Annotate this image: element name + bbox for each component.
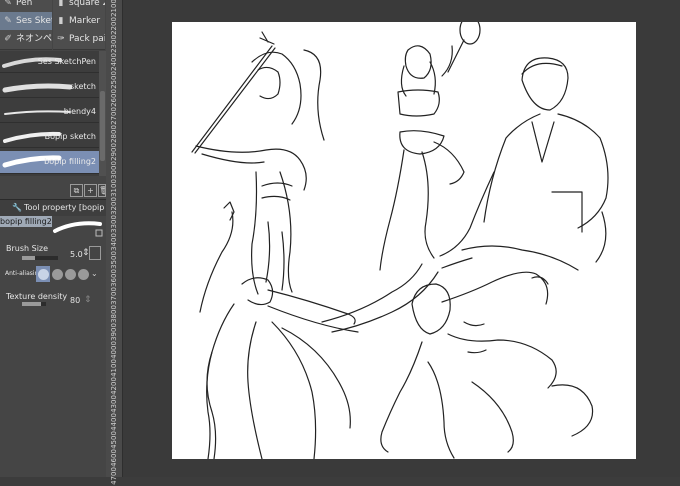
sub-tool-tab-pack-paint[interactable]: ✑Pack paint bbox=[53, 30, 105, 50]
ruler-label: 2300 bbox=[110, 35, 118, 53]
texture-density-label: Texture density bbox=[6, 292, 68, 301]
sub-tool-tab-ses-sketch[interactable]: ✎Ses Sketc bbox=[0, 12, 52, 32]
anti-aliasing-label: Anti-aliasin bbox=[5, 270, 39, 277]
canvas-area[interactable] bbox=[123, 0, 680, 477]
anti-aliasing-option-medium[interactable] bbox=[65, 269, 76, 280]
ruler-label: 4100 bbox=[110, 359, 118, 377]
ruler-label: 2900 bbox=[110, 143, 118, 161]
texture-density-value[interactable]: 80 bbox=[70, 296, 80, 305]
vertical-ruler: 2100 2200 2300 2400 2500 2600 2700 2800 2900 3000… bbox=[106, 0, 123, 485]
marker-icon: ▮ bbox=[58, 16, 64, 26]
brush-size-slider[interactable] bbox=[22, 256, 58, 260]
canvas-paper[interactable] bbox=[172, 22, 636, 459]
brush-list-buttons: ⧉ + 🗑 bbox=[0, 184, 106, 198]
ruler-label: 4600 bbox=[110, 449, 118, 467]
figure-dancer bbox=[199, 201, 439, 459]
pen-icon: ✎ bbox=[4, 16, 12, 26]
ruler-label: 2700 bbox=[110, 107, 118, 125]
ruler-label: 4300 bbox=[110, 395, 118, 413]
ruler-label: 3800 bbox=[110, 305, 118, 323]
delete-sub-tool-icon[interactable]: 🗑 bbox=[98, 184, 106, 197]
sub-tool-tab-neon-pen[interactable]: ✐ネオンペン2 bbox=[0, 30, 52, 50]
sub-tool-tab-row: ✎Ses Sketc ▮Marker bbox=[0, 12, 106, 32]
new-sub-tool-icon[interactable]: + bbox=[84, 184, 97, 197]
tool-property-header: 🔧Tool property [bopip fillin bbox=[0, 199, 106, 216]
figure-sword-fighter bbox=[191, 31, 325, 295]
ruler-label: 2200 bbox=[110, 17, 118, 35]
lock-icon bbox=[95, 229, 103, 237]
stepper-icon[interactable]: ⇕ bbox=[84, 295, 92, 305]
brush-size-label: Brush Size bbox=[6, 244, 49, 253]
sub-tool-tab-marker[interactable]: ▮ Marker bbox=[53, 12, 105, 32]
ruler-label: 3900 bbox=[110, 323, 118, 341]
ruler-label: 4400 bbox=[110, 413, 118, 431]
figure-racket-girl bbox=[379, 22, 481, 271]
pencil-icon: ✐ bbox=[4, 34, 12, 44]
anti-aliasing-option-weak[interactable] bbox=[52, 269, 63, 280]
copy-sub-tool-icon[interactable]: ⧉ bbox=[70, 184, 83, 197]
brush-stroke-preview bbox=[2, 83, 72, 93]
anti-aliasing-row: Anti-aliasin ⌄ bbox=[0, 266, 106, 284]
ruler-label: 4700 bbox=[110, 467, 118, 485]
brush-item-ses-sketchpen[interactable]: Ses SketchPen bbox=[0, 53, 99, 73]
brush-item-bopip-sketch[interactable]: Bopip sketch bbox=[0, 128, 99, 148]
ruler-label: 4500 bbox=[110, 431, 118, 449]
brush-size-value[interactable]: 5.0 bbox=[70, 250, 83, 259]
ruler-label: 3100 bbox=[110, 179, 118, 197]
ruler-label: 4000 bbox=[110, 341, 118, 359]
ruler-label: 3700 bbox=[110, 287, 118, 305]
ruler-label: 3500 bbox=[110, 251, 118, 269]
pressure-toggle[interactable] bbox=[89, 246, 101, 260]
ruler-label: 3200 bbox=[110, 197, 118, 215]
brush-stroke-preview bbox=[4, 110, 71, 115]
ruler-label: 2400 bbox=[110, 53, 118, 71]
chevron-down-icon[interactable]: ⌄ bbox=[91, 269, 98, 278]
anti-aliasing-option-strong[interactable] bbox=[78, 269, 89, 280]
sketch-drawing bbox=[191, 22, 609, 459]
brush-icon: ✑ bbox=[57, 34, 65, 44]
preset-name: bopip filling2 bbox=[0, 216, 52, 227]
sub-tool-tab-row: ✐ネオンペン2 ✑Pack paint bbox=[0, 30, 106, 50]
ruler-label: 2800 bbox=[110, 125, 118, 143]
ruler-label: 3300 bbox=[110, 215, 118, 233]
brush-list-scrollbar[interactable] bbox=[99, 51, 106, 176]
ruler-label: 2600 bbox=[110, 89, 118, 107]
ruler-label: 2500 bbox=[110, 71, 118, 89]
brush-list: Ses SketchPen sketch blendy4 Bopip sketc… bbox=[0, 51, 99, 176]
scrollbar-thumb[interactable] bbox=[100, 91, 105, 161]
brush-item-blendy4[interactable]: blendy4 bbox=[0, 103, 99, 123]
brush-item-sketch[interactable]: sketch bbox=[0, 78, 99, 98]
ruler-label: 4200 bbox=[110, 377, 118, 395]
ruler-label: 3600 bbox=[110, 269, 118, 287]
sub-tool-panel: ✎Pen ▮square 2 ✎Ses Sketc ▮Marker ✐ネオンペン… bbox=[0, 0, 106, 477]
ruler-label: 3400 bbox=[110, 233, 118, 251]
ruler-label: 3000 bbox=[110, 161, 118, 179]
texture-density-slider[interactable] bbox=[22, 302, 46, 306]
figure-crouching-man bbox=[380, 271, 594, 459]
anti-aliasing-dot bbox=[38, 269, 49, 280]
brush-item-bopip-filling2[interactable]: bopip filling2 bbox=[0, 151, 99, 174]
figure-man-jacket bbox=[439, 57, 609, 271]
wrench-icon: 🔧 bbox=[12, 203, 22, 212]
